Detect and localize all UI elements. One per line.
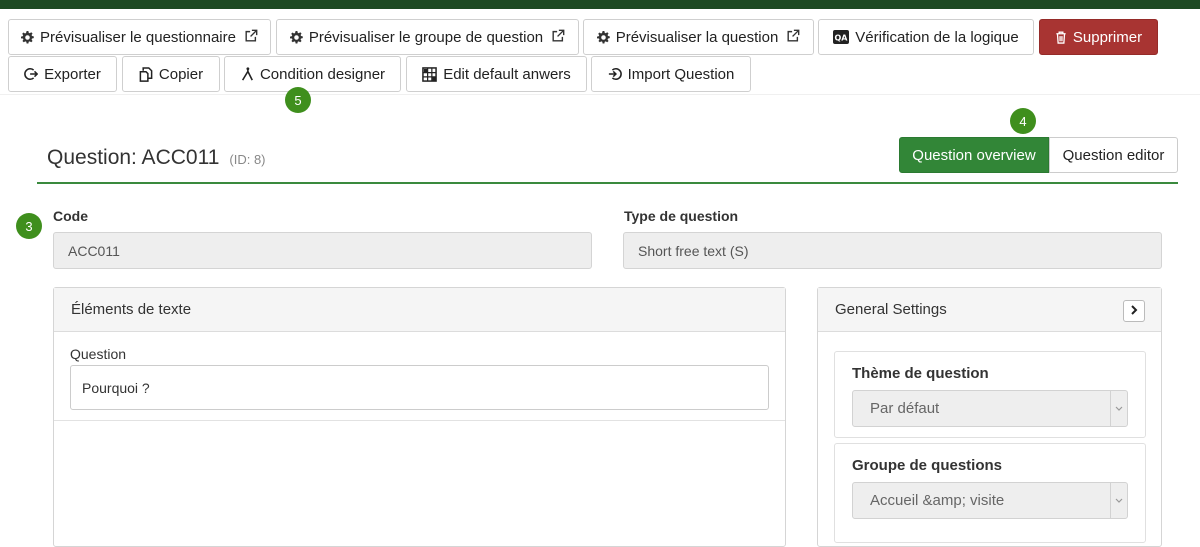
svg-text:QA: QA [835, 34, 849, 43]
grid-icon [422, 66, 438, 82]
delete-label: Supprimer [1072, 28, 1143, 46]
question-overview-button[interactable]: Question overview [899, 137, 1049, 173]
panel-divider [54, 420, 785, 421]
import-question-label: Import Question [627, 65, 735, 83]
export-icon [24, 67, 39, 81]
gear-icon [289, 30, 303, 44]
preview-question-button[interactable]: Prévisualiser la question [583, 19, 814, 55]
question-group-value: Accueil &amp; visite [870, 492, 1005, 509]
question-id: (ID: 8) [229, 152, 266, 167]
chevron-down-icon [1110, 483, 1127, 518]
external-link-icon [551, 29, 565, 46]
step-badge-3: 3 [16, 213, 42, 239]
question-group-card: Groupe de questions Accueil &amp; visite [834, 443, 1146, 543]
step-badge-4: 4 [1010, 108, 1036, 134]
question-title: Question: ACC011 [47, 146, 220, 169]
question-type-label: Type de question [624, 208, 739, 224]
question-theme-value: Par défaut [870, 400, 940, 417]
gear-icon [596, 30, 610, 44]
preview-question-label: Prévisualiser la question [615, 28, 779, 46]
question-theme-label: Thème de question [852, 365, 989, 382]
preview-group-label: Prévisualiser le groupe de question [308, 28, 544, 46]
preview-survey-button[interactable]: Prévisualiser le questionnaire [8, 19, 271, 55]
question-text-label: Question [70, 346, 127, 362]
step-badge-5: 5 [285, 87, 311, 113]
logic-check-button[interactable]: QA Vérification de la logique [818, 19, 1034, 55]
import-icon [608, 67, 622, 81]
view-toggle: Question overview Question editor [899, 137, 1178, 173]
import-question-button[interactable]: Import Question [591, 56, 751, 92]
text-elements-panel: Éléments de texte Question Pourquoi ? [53, 287, 786, 547]
question-editor-button[interactable]: Question editor [1049, 137, 1178, 173]
logic-check-label: Vérification de la logique [855, 28, 1019, 46]
export-label: Exporter [44, 65, 101, 83]
header-divider [37, 182, 1178, 184]
external-link-icon [244, 29, 258, 46]
question-theme-select[interactable]: Par défaut [852, 390, 1128, 427]
question-type-field[interactable]: Short free text (S) [623, 232, 1162, 269]
gear-icon [21, 30, 34, 44]
edit-default-answers-label: Edit default anwers [443, 65, 571, 83]
text-elements-title: Éléments de texte [54, 288, 785, 332]
chevron-right-icon [1129, 302, 1139, 320]
collapse-settings-button[interactable] [1123, 300, 1145, 322]
condition-designer-label: Condition designer [259, 65, 386, 83]
top-nav-bar [0, 0, 1200, 9]
code-label: Code [53, 208, 88, 224]
delete-button[interactable]: Supprimer [1039, 19, 1158, 55]
export-button[interactable]: Exporter [8, 56, 117, 92]
preview-group-button[interactable]: Prévisualiser le groupe de question [276, 19, 579, 55]
condition-designer-button[interactable]: Condition designer [224, 56, 401, 92]
question-theme-card: Thème de question Par défaut [834, 351, 1146, 438]
copy-label: Copier [158, 65, 204, 83]
general-settings-panel: General Settings Thème de question Par d… [817, 287, 1162, 547]
edit-default-answers-button[interactable]: Edit default anwers [406, 56, 587, 92]
fork-icon [240, 67, 254, 81]
question-group-select[interactable]: Accueil &amp; visite [852, 482, 1128, 519]
question-text-input[interactable]: Pourquoi ? [70, 365, 769, 410]
code-field[interactable]: ACC011 [53, 232, 592, 269]
chevron-down-icon [1110, 391, 1127, 426]
trash-icon [1055, 31, 1067, 44]
preview-survey-label: Prévisualiser le questionnaire [40, 28, 236, 46]
question-toolbar: Prévisualiser le questionnaire Prévisual… [0, 9, 1200, 95]
copy-icon [139, 66, 153, 82]
page-title: Question: ACC011 (ID: 8) [47, 146, 266, 170]
qa-icon: QA [833, 30, 850, 44]
copy-button[interactable]: Copier [122, 56, 220, 92]
general-settings-title: General Settings [818, 288, 1161, 332]
external-link-icon [786, 29, 800, 46]
question-group-label: Groupe de questions [852, 457, 1003, 474]
